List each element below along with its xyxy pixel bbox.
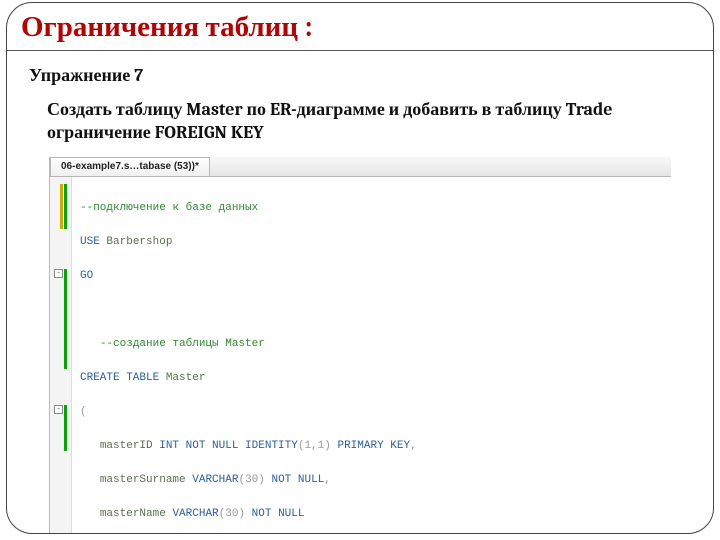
code-ident: Master: [166, 372, 206, 384]
exercise-label: Упражнение 7: [7, 51, 713, 92]
code-kw: PRIMARY KEY: [337, 440, 410, 452]
task-text: Создать таблицу Master по ER-диаграмме и…: [7, 92, 713, 155]
code-punct: ,: [324, 474, 331, 486]
code-ident: masterName: [100, 508, 166, 520]
code-kw: GO: [80, 270, 93, 282]
fold-icon[interactable]: -: [54, 269, 63, 278]
code-comment: --подключение к базе данных: [80, 202, 258, 214]
code-ident: Barbershop: [106, 236, 172, 248]
code-body: --подключение к базе данных USE Barbersh…: [72, 177, 671, 534]
gutter: - -: [50, 177, 72, 534]
code-kw: CREATE TABLE: [80, 372, 159, 384]
sql-editor: 06-example7.s…tabase (53))* - - --подклю…: [49, 157, 671, 534]
code-kw: INT NOT NULL IDENTITY: [159, 440, 298, 452]
code-kw: VARCHAR: [172, 508, 218, 520]
code-punct: (30): [238, 474, 264, 486]
page-title: Ограничения таблиц :: [7, 3, 713, 51]
code-comment: --создание таблицы Master: [100, 338, 265, 350]
code-kw: USE: [80, 236, 100, 248]
code-punct: (1,1): [298, 440, 331, 452]
code-kw: VARCHAR: [192, 474, 238, 486]
code-punct: ,: [410, 440, 417, 452]
code-ident: masterSurname: [100, 474, 186, 486]
code-area: - - --подключение к базе данных USE Barb…: [50, 177, 671, 534]
code-blank: [80, 302, 663, 319]
code-punct: (30): [219, 508, 245, 520]
editor-tabbar: 06-example7.s…tabase (53))*: [50, 157, 671, 177]
editor-tab[interactable]: 06-example7.s…tabase (53))*: [50, 157, 210, 176]
code-punct: (: [80, 406, 87, 418]
fold-icon[interactable]: -: [54, 405, 63, 414]
code-ident: masterID: [100, 440, 153, 452]
code-kw: NOT NULL: [271, 474, 324, 486]
code-kw: NOT NULL: [252, 508, 305, 520]
